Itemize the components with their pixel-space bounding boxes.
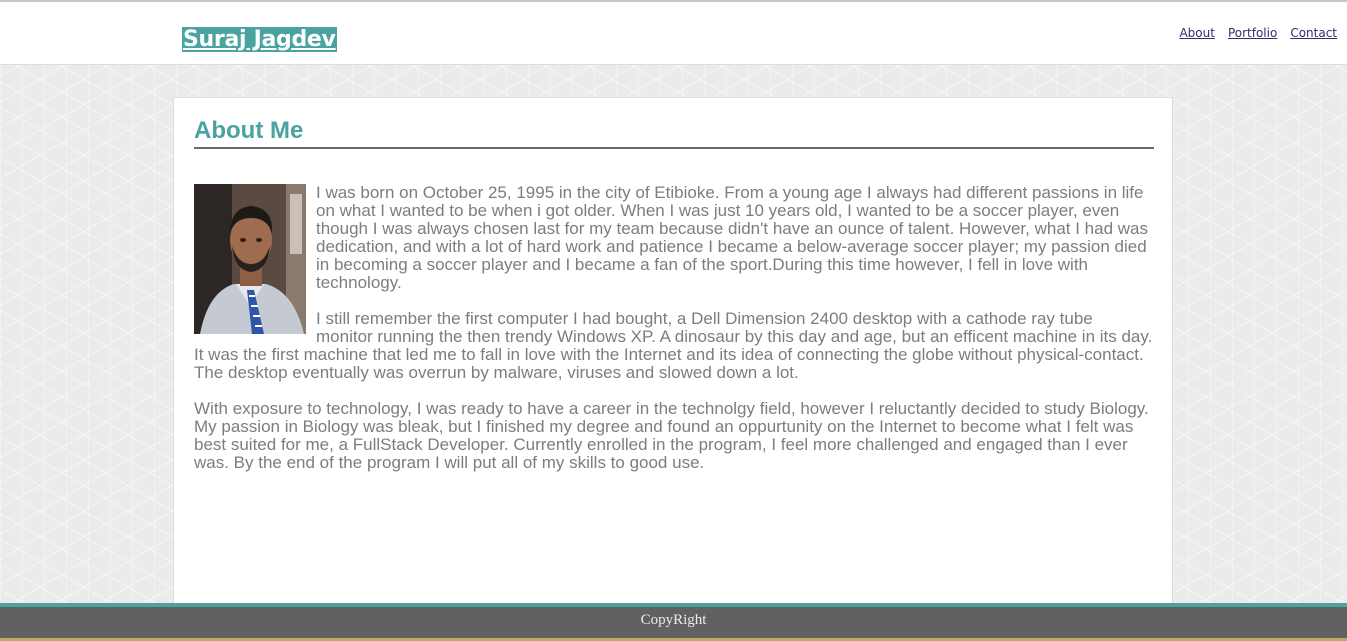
about-paragraph-2: I still remember the first computer I ha…	[194, 309, 1153, 382]
nav-link-contact[interactable]: Contact	[1290, 26, 1337, 40]
nav-link-about[interactable]: About	[1179, 26, 1214, 40]
main-nav: About Portfolio Contact	[1179, 26, 1337, 40]
about-paragraph-1: I was born on October 25, 1995 in the ci…	[316, 183, 1148, 292]
profile-photo	[194, 184, 306, 334]
footer-body: CopyRight	[0, 607, 1347, 638]
site-header: Suraj Jagdev About Portfolio Contact	[0, 2, 1347, 65]
nav-link-portfolio[interactable]: Portfolio	[1228, 26, 1277, 40]
site-footer: CopyRight	[0, 603, 1347, 641]
about-paragraph-3: With exposure to technology, I was ready…	[194, 399, 1149, 472]
copyright-text: CopyRight	[640, 612, 707, 628]
page-title: About Me	[194, 116, 1154, 149]
site-brand-link[interactable]: Suraj Jagdev	[182, 27, 337, 52]
about-card: About Me I was born on October 25, 1995 …	[173, 97, 1173, 617]
about-content: I was born on October 25, 1995 in the ci…	[194, 184, 1154, 472]
about-section: About Me I was born on October 25, 1995 …	[194, 116, 1154, 490]
